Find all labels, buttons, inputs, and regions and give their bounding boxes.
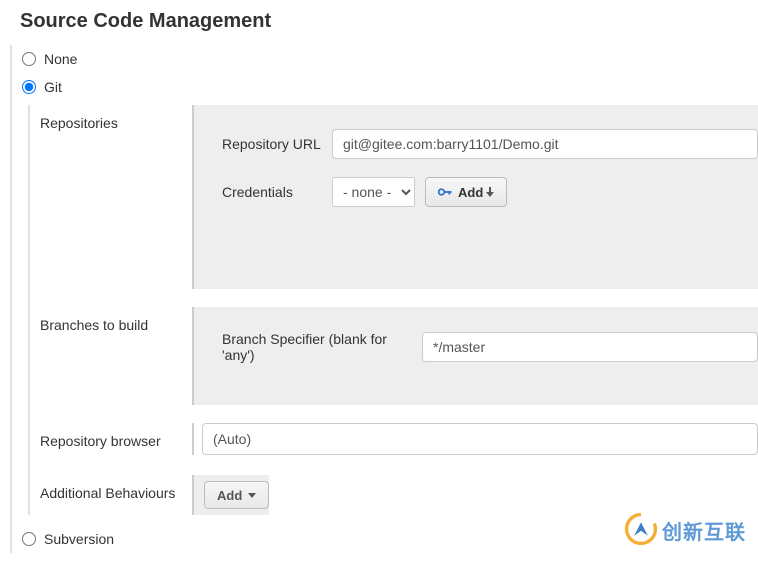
chevron-down-icon [486, 185, 494, 200]
radio-git[interactable] [22, 80, 36, 94]
key-icon [438, 186, 452, 198]
repo-url-row: Repository URL [222, 129, 758, 159]
radio-none[interactable] [22, 52, 36, 66]
branches-section: Branches to build Branch Specifier (blan… [32, 307, 758, 405]
git-config: Repositories Repository URL Credentials … [28, 105, 758, 515]
repositories-panel: Repository URL Credentials - none - [192, 105, 758, 289]
add-behaviour-button[interactable]: Add [204, 481, 269, 509]
credentials-row: Credentials - none - [222, 177, 758, 207]
repositories-label: Repositories [32, 105, 192, 131]
repositories-section: Repositories Repository URL Credentials … [32, 105, 758, 289]
branches-label: Branches to build [32, 307, 192, 333]
radio-none-label: None [44, 51, 77, 67]
repo-url-label: Repository URL [222, 136, 332, 152]
branch-spec-label: Branch Specifier (blank for 'any') [222, 331, 422, 363]
scm-option-none[interactable]: None [22, 45, 758, 73]
additional-behaviours-section: Additional Behaviours Add [32, 475, 758, 515]
radio-git-label: Git [44, 79, 62, 95]
scm-option-git[interactable]: Git [22, 73, 758, 101]
repo-browser-select[interactable]: (Auto) [202, 423, 758, 455]
radio-subversion-label: Subversion [44, 531, 114, 547]
add-behaviour-label: Add [217, 488, 242, 503]
branch-spec-row: Branch Specifier (blank for 'any') [222, 331, 758, 363]
add-credentials-button[interactable]: Add [425, 177, 507, 207]
scm-option-subversion[interactable]: Subversion [22, 525, 758, 553]
branch-spec-input[interactable] [422, 332, 758, 362]
repo-browser-value: (Auto) [213, 431, 251, 447]
branches-panel: Branch Specifier (blank for 'any') [192, 307, 758, 405]
page-title: Source Code Management [0, 0, 758, 45]
credentials-select[interactable]: - none - [332, 177, 415, 207]
radio-subversion[interactable] [22, 532, 36, 546]
repo-browser-label: Repository browser [32, 423, 192, 449]
add-credentials-label: Add [458, 185, 483, 200]
chevron-down-icon [248, 493, 256, 498]
credentials-label: Credentials [222, 184, 332, 200]
repo-url-input[interactable] [332, 129, 758, 159]
scm-section: None Git Repositories Repository URL Cre… [10, 45, 758, 553]
repo-browser-section: Repository browser (Auto) [32, 423, 758, 455]
additional-behaviours-label: Additional Behaviours [32, 475, 192, 501]
